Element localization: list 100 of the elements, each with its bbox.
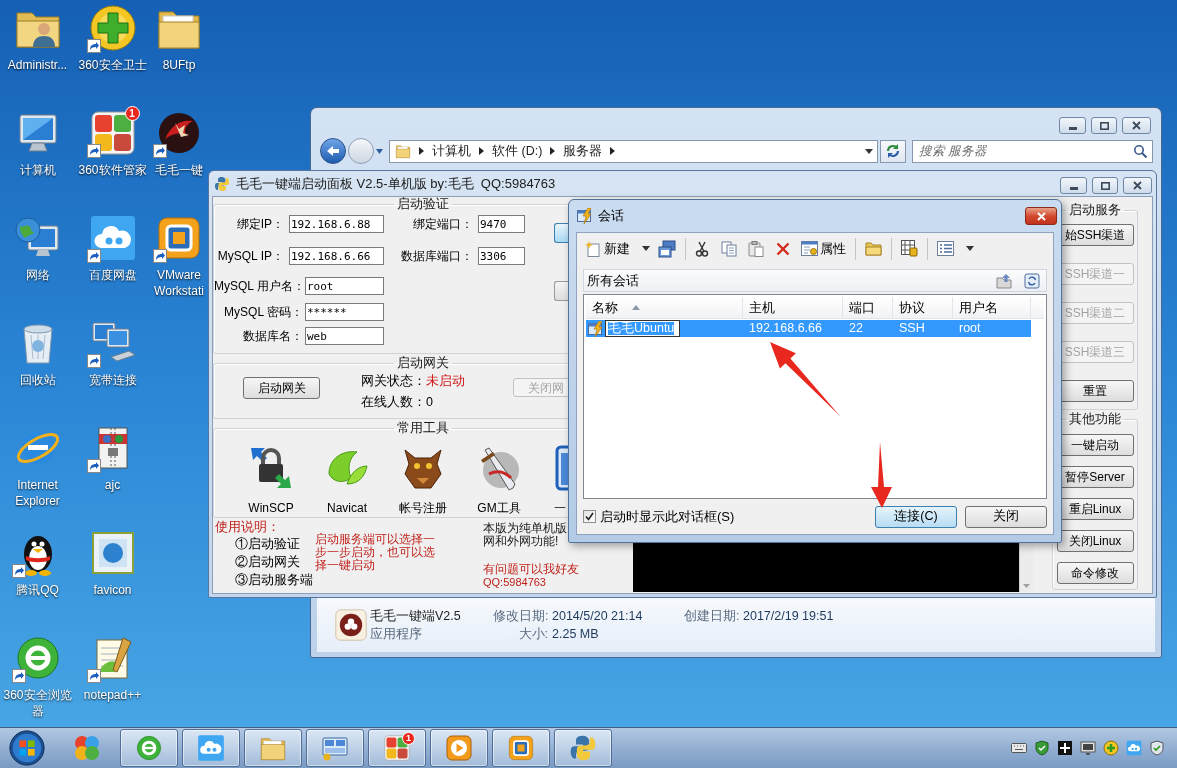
taskbar-button[interactable] [182,729,240,767]
back-button[interactable] [320,138,346,164]
chevron-right-icon [419,147,424,155]
text-field[interactable]: 9470 [478,215,525,233]
up-folder-button[interactable] [996,272,1012,289]
dialog-button[interactable]: 关闭 [965,505,1047,528]
desktop-shortcut[interactable]: 8UFtp [150,4,208,73]
desktop-shortcut[interactable]: VMware Workstati [150,214,208,299]
desktop-shortcut[interactable]: Administr... [0,4,75,73]
taskbar-button[interactable] [244,729,302,767]
copy-button[interactable] [721,240,737,257]
column-header[interactable]: 用户名 [953,297,1031,318]
minimize-button[interactable] [1059,117,1086,134]
maximize-button[interactable] [1091,117,1117,134]
field-label: MySQL 密码： [223,305,303,319]
desktop-shortcut[interactable]: 回收站 [0,319,75,388]
table-cell-text: SSH [898,321,926,336]
shield-check-icon[interactable] [1149,740,1165,756]
keyboard-icon[interactable] [1011,740,1027,756]
checkbox-label[interactable]: 启动时显示此对话框(S) [600,506,735,527]
desktop-shortcut[interactable]: 360安全卫士 [75,4,150,73]
paste-button[interactable] [748,240,764,257]
text-field[interactable]: ****** [305,303,384,321]
tool-launcher[interactable]: 帐号注册 [388,444,458,515]
taskbar-button[interactable] [492,729,550,767]
shield-check-icon[interactable] [1034,740,1050,756]
dialog-button[interactable]: 连接(C) [875,505,957,528]
column-header[interactable]: 端口 [843,297,893,318]
cloud-icon[interactable] [1126,740,1142,756]
detail-label: 创建日期: [684,608,739,625]
arrow-left-icon [326,144,340,158]
dialog-title: 会话 [598,207,624,226]
text-field[interactable]: 192.168.6.88 [289,215,384,233]
taskbar-button[interactable]: 1 [368,729,426,767]
column-header[interactable]: 名称 [586,297,743,318]
tool-launcher[interactable]: GM工具 [464,444,534,515]
group-title: 常用工具 [396,421,450,435]
app-grid-icon [383,734,411,762]
column-header[interactable]: 主机 [743,297,843,318]
bolt-window-icon [588,320,604,337]
text-field[interactable]: 3306 [478,247,525,265]
start-orb-icon [8,729,46,767]
breadcrumb-item[interactable]: 服务器 [563,143,603,159]
list-view-icon [937,240,954,257]
overlapping-windows-icon [658,239,676,258]
desktop-shortcut[interactable]: 1 360软件管家 [75,109,150,178]
taskbar-button[interactable] [120,729,178,767]
maximize-icon [1099,121,1109,130]
cut-button[interactable] [695,240,709,257]
refresh-button[interactable] [880,139,906,163]
plus-circle-icon [88,4,137,52]
breadcrumb-item[interactable]: 计算机 [432,143,471,159]
desktop-shortcut[interactable]: 宽带连接 [75,319,150,388]
duplicate-button[interactable] [658,239,676,258]
view-button[interactable] [937,240,954,257]
new-dropdown-button[interactable] [642,246,650,251]
breadcrumb-item[interactable]: 软件 (D:) [492,143,543,159]
text-field[interactable]: web [305,327,384,345]
refresh-button[interactable] [1024,272,1040,289]
grid-button[interactable] [901,240,918,257]
monitor-icon[interactable] [1080,740,1096,756]
edition-note: 本版为纯单机版 [483,522,567,535]
desktop-shortcut[interactable]: 网络 [0,214,75,283]
taskbar-button[interactable] [554,729,612,767]
delete-icon [776,241,790,256]
close-button[interactable] [1025,207,1057,225]
close-icon [1133,181,1142,190]
close-button[interactable] [1123,177,1152,194]
tool-launcher[interactable]: WinSCP [236,444,306,515]
address-bar[interactable]: 计算机 软件 (D:) 服务器 [389,139,878,163]
file-type: 应用程序 [370,626,423,643]
desktop-shortcut[interactable]: 计算机 [0,109,75,178]
properties-button[interactable]: 属性 [801,238,846,259]
caret-down-icon [375,148,383,154]
usage-step: ③启动服务端 [235,573,313,586]
new-document-icon [585,240,601,257]
nested-squares-icon [155,214,203,262]
function-button[interactable]: 命令修改 [1056,562,1134,584]
minimize-button[interactable] [1060,177,1087,194]
new-button[interactable]: 新建 [585,238,630,259]
view-dropdown-button[interactable] [966,246,974,251]
delete-button[interactable] [776,241,790,256]
cross-square-icon[interactable] [1057,740,1073,756]
taskbar-button[interactable] [430,729,488,767]
field-label: 绑定IP： [235,217,284,231]
text-field[interactable]: root [305,277,384,295]
column-header[interactable]: 协议 [893,297,953,318]
taskbar-button[interactable] [306,729,364,767]
tool-launcher[interactable]: Navicat [312,444,382,515]
function-button[interactable]: 关闭Linux [1056,530,1134,552]
desktop-shortcut[interactable]: 百度网盘 [75,214,150,283]
maximize-button[interactable] [1092,177,1118,194]
text-field[interactable]: 192.168.6.66 [289,247,384,265]
window-title: 毛毛一键端启动面板 V2.5-单机版 by:毛毛 QQ:5984763 [236,174,556,193]
desktop-shortcut[interactable]: 毛毛一键 [150,109,208,178]
group-title: 启动网关 [396,356,450,370]
start-gateway-button[interactable]: 启动网关 [243,377,320,399]
search-field[interactable]: 搜索 服务器 [912,139,1153,163]
close-button[interactable] [1122,117,1151,134]
checkbox[interactable] [583,510,596,523]
